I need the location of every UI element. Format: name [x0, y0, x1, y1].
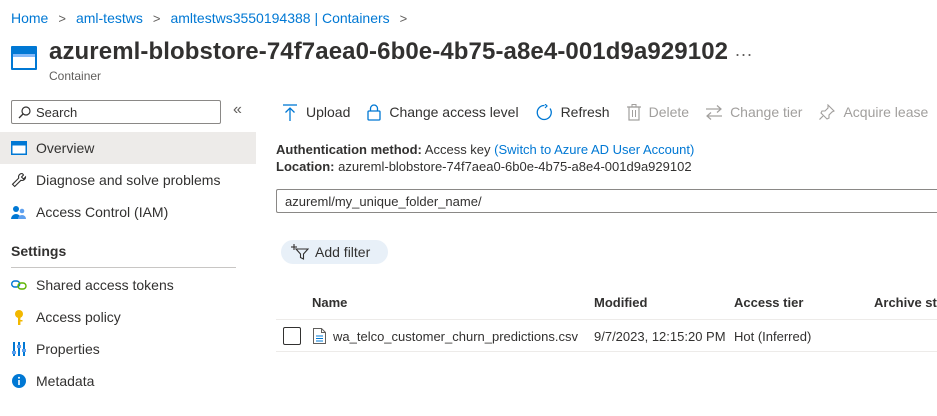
pin-icon — [819, 104, 836, 120]
breadcrumb-home[interactable]: Home — [11, 10, 48, 26]
sidebar-item-label: Metadata — [36, 373, 95, 389]
location-value: azureml-blobstore-74f7aea0-6b0e-4b75-a8e… — [338, 159, 692, 174]
location-line: Location: azureml-blobstore-74f7aea0-6b0… — [276, 159, 692, 174]
breadcrumb: Home > aml-testws > amltestws3550194388 … — [11, 10, 411, 26]
search-field[interactable] — [11, 100, 221, 124]
change-access-level-button[interactable]: Change access level — [367, 103, 519, 121]
row-checkbox[interactable] — [283, 327, 301, 345]
more-options-button[interactable]: ... — [735, 40, 753, 61]
upload-button[interactable]: Upload — [282, 103, 350, 121]
sidebar-item-label: Shared access tokens — [36, 277, 174, 293]
wrench-icon — [11, 172, 27, 188]
column-header-access-tier[interactable]: Access tier — [734, 295, 803, 310]
acquire-lease-button[interactable]: Acquire lease — [819, 104, 928, 120]
column-header-modified[interactable]: Modified — [594, 295, 647, 310]
sidebar-item-label: Diagnose and solve problems — [36, 172, 221, 188]
chevron-right-icon: > — [152, 10, 161, 26]
sidebar-item-metadata[interactable]: Metadata — [0, 365, 256, 397]
lock-icon — [367, 103, 382, 121]
search-input[interactable] — [36, 104, 206, 120]
breadcrumb-containers[interactable]: amltestws3550194388 | Containers — [170, 10, 389, 26]
key-icon — [11, 309, 27, 325]
sidebar-item-label: Access Control (IAM) — [36, 204, 169, 220]
search-icon — [18, 105, 31, 118]
page-title: azureml-blobstore-74f7aea0-6b0e-4b75-a8e… — [49, 38, 729, 65]
people-icon — [11, 204, 27, 220]
sidebar-item-label: Properties — [36, 341, 100, 357]
path-input[interactable] — [285, 193, 925, 209]
command-bar: Upload Change access level Refresh Delet… — [282, 100, 937, 124]
divider — [276, 351, 937, 352]
column-header-name[interactable]: Name — [312, 295, 347, 310]
filter-add-icon — [291, 244, 309, 260]
column-header-archive-status[interactable]: Archive sta — [874, 295, 937, 310]
trash-icon — [626, 103, 641, 121]
divider — [11, 267, 236, 268]
file-name-link[interactable]: wa_telco_customer_churn_predictions.csv — [333, 329, 578, 344]
sidebar-item-properties[interactable]: Properties — [0, 333, 256, 365]
container-icon — [11, 46, 37, 70]
auth-method-line: Authentication method: Access key (Switc… — [276, 142, 694, 157]
auth-method-label: Authentication method: — [276, 142, 422, 157]
sidebar-item-shared-access-tokens[interactable]: Shared access tokens — [0, 269, 256, 301]
sidebar-item-label: Overview — [36, 140, 95, 156]
sidebar-item-access-policy[interactable]: Access policy — [0, 301, 256, 333]
link-icon — [11, 277, 27, 293]
switch-auth-link[interactable]: (Switch to Azure AD User Account) — [494, 142, 694, 157]
swap-icon — [706, 104, 723, 120]
file-access-tier: Hot (Inferred) — [734, 329, 812, 344]
file-modified: 9/7/2023, 12:15:20 PM — [594, 329, 726, 344]
divider — [276, 319, 937, 320]
path-field[interactable] — [276, 189, 937, 213]
settings-heading: Settings — [11, 243, 67, 259]
collapse-sidebar-button[interactable]: « — [233, 101, 242, 119]
breadcrumb-workspace[interactable]: aml-testws — [76, 10, 143, 26]
sidebar-item-label: Access policy — [36, 309, 121, 325]
delete-button[interactable]: Delete — [626, 103, 689, 121]
chevron-right-icon: > — [58, 10, 66, 26]
file-icon — [313, 328, 326, 344]
change-tier-button[interactable]: Change tier — [706, 104, 802, 120]
upload-icon — [283, 103, 297, 121]
chevron-right-icon: > — [399, 10, 408, 26]
page-subtitle: Container — [49, 69, 102, 83]
sidebar-item-diagnose[interactable]: Diagnose and solve problems — [0, 164, 256, 196]
properties-icon — [11, 341, 27, 357]
info-icon — [11, 373, 27, 389]
container-icon — [11, 140, 27, 156]
refresh-button[interactable]: Refresh — [536, 103, 610, 121]
sidebar-item-iam[interactable]: Access Control (IAM) — [0, 196, 256, 228]
auth-method-value: Access key — [424, 142, 491, 157]
refresh-icon — [536, 103, 552, 120]
location-label: Location: — [276, 159, 335, 174]
add-filter-button[interactable]: Add filter — [281, 240, 389, 264]
sidebar-item-overview[interactable]: Overview — [0, 132, 256, 164]
